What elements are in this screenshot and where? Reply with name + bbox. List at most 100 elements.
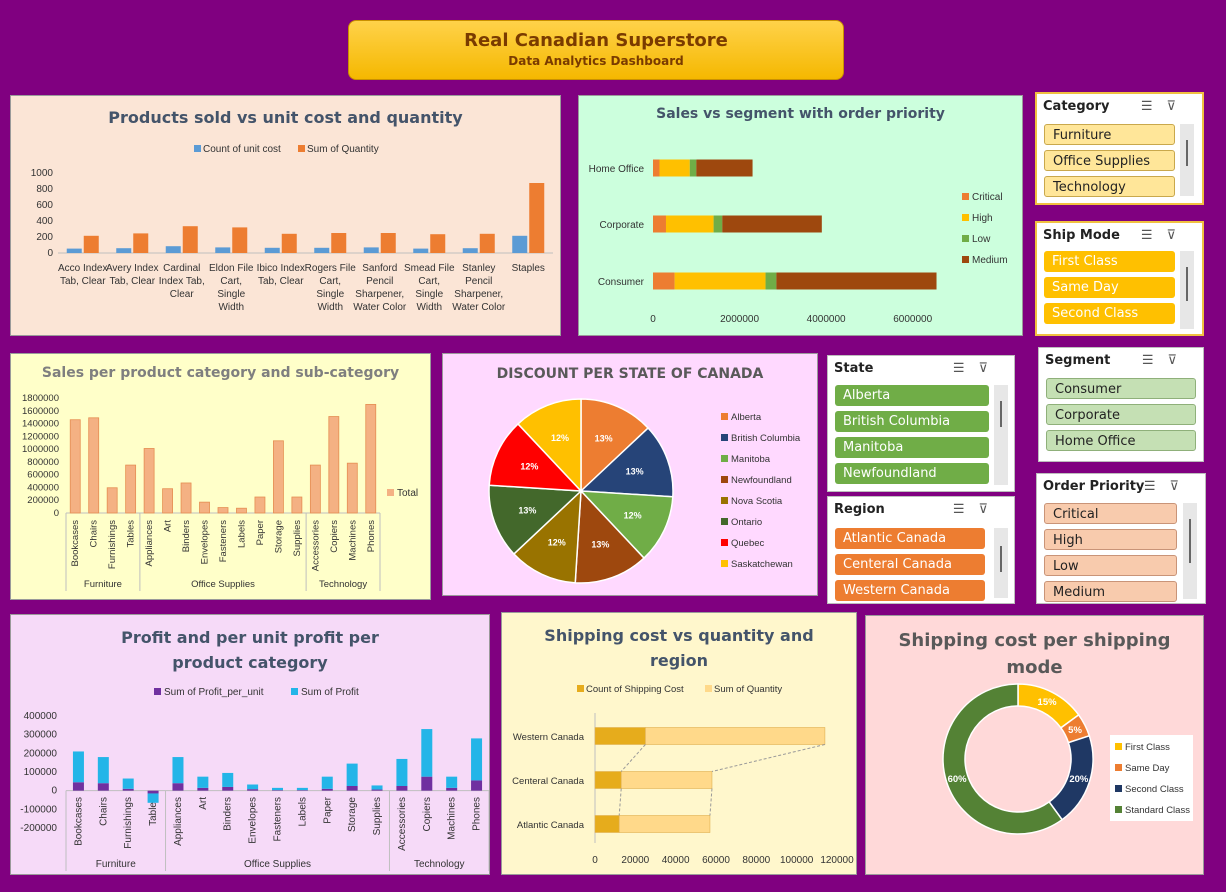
- clear-filter-icon[interactable]: ⊽: [978, 360, 1002, 375]
- bar-segment: [122, 788, 134, 791]
- priority-item-low[interactable]: Low: [1044, 555, 1177, 576]
- state-slicer[interactable]: State ☰⊽ Alberta British Columbia Manito…: [827, 355, 1015, 492]
- region-item-atlantic-canada[interactable]: Atlantic Canada: [835, 528, 985, 549]
- legend-swatch: [1115, 806, 1122, 813]
- legend-swatch: [1115, 743, 1122, 750]
- bar-segment: [321, 788, 333, 791]
- profit-chart-panel: Profit and per unit profit per product c…: [10, 614, 490, 875]
- segment-item-consumer[interactable]: Consumer: [1046, 378, 1196, 399]
- region-scrollbar[interactable]: [994, 528, 1008, 598]
- state-item-alberta[interactable]: Alberta: [835, 385, 989, 406]
- dashboard-title: Real Canadian Superstore: [464, 30, 728, 51]
- bar: [215, 247, 231, 253]
- y-tick-label: 400000: [24, 711, 58, 722]
- legend-swatch: [387, 489, 394, 496]
- legend-label: Saskatchewan: [731, 559, 793, 570]
- x-tick-label: Paper: [322, 796, 333, 823]
- x-tick-label: Chairs: [89, 520, 100, 548]
- multi-select-icon[interactable]: ☰: [953, 501, 979, 516]
- multi-select-icon[interactable]: ☰: [1144, 478, 1170, 493]
- bar-segment: [665, 215, 714, 233]
- clear-filter-icon[interactable]: ⊽: [1167, 352, 1191, 367]
- discount-chart-panel: DISCOUNT PER STATE OF CANADA 13% 13% 12% 13…: [442, 353, 818, 596]
- y-tick-label: Consumer: [598, 277, 645, 288]
- bar: [331, 233, 347, 253]
- segment-chart: Home Office Corporate Consumer 0 2000000 4000…: [589, 159, 1008, 325]
- y-tick-label: 600: [36, 200, 53, 211]
- priority-item-high[interactable]: High: [1044, 529, 1177, 550]
- shipmode-slicer[interactable]: Ship Mode ☰⊽ First Class Same Day Second…: [1035, 221, 1204, 336]
- legend-swatch: [298, 145, 305, 152]
- multi-select-icon[interactable]: ☰: [1142, 352, 1168, 367]
- category-item-office-supplies[interactable]: Office Supplies: [1044, 150, 1175, 171]
- y-tick-label: 300000: [24, 730, 58, 741]
- category-item-technology[interactable]: Technology: [1044, 176, 1175, 197]
- category-scrollbar[interactable]: [1180, 124, 1194, 196]
- region-slicer[interactable]: Region ☰⊽ Atlantic Canada Centeral Canad…: [827, 496, 1015, 604]
- bar: [512, 235, 528, 253]
- order-priority-slicer[interactable]: Order Priority ☰⊽ Critical High Low Medi…: [1036, 473, 1206, 604]
- bar: [254, 496, 266, 514]
- bar: [199, 501, 210, 514]
- legend-label: Same Day: [1125, 763, 1170, 774]
- clear-filter-icon[interactable]: ⊽: [978, 501, 1002, 516]
- legend-swatch: [577, 685, 584, 692]
- legend-swatch: [962, 235, 969, 242]
- legend-label: Ontario: [731, 517, 762, 528]
- category-slicer[interactable]: Category ☰⊽ Furniture Office Supplies Te…: [1035, 92, 1204, 205]
- x-tick-label: Fasteners: [218, 520, 229, 562]
- bar: [309, 464, 321, 514]
- y-tick-label: Western Canada: [513, 732, 585, 743]
- segment-item-home-office[interactable]: Home Office: [1046, 430, 1196, 451]
- bar-segment: [122, 778, 134, 789]
- shipmode-scrollbar[interactable]: [1180, 251, 1194, 329]
- state-item-manitoba[interactable]: Manitoba: [835, 437, 989, 458]
- clear-filter-icon[interactable]: ⊽: [1166, 98, 1190, 113]
- clear-filter-icon[interactable]: ⊽: [1169, 478, 1193, 493]
- region-item-western-canada[interactable]: Western Canada: [835, 580, 985, 601]
- multi-select-icon[interactable]: ☰: [953, 360, 979, 375]
- legend-label: Quebec: [731, 538, 765, 549]
- data-label: 13%: [518, 505, 536, 515]
- priority-item-critical[interactable]: Critical: [1044, 503, 1177, 524]
- segment-slicer[interactable]: Segment ☰⊽ Consumer Corporate Home Offic…: [1038, 347, 1204, 462]
- data-label: 60%: [948, 774, 968, 785]
- x-tick-label: Tables: [126, 520, 137, 548]
- multi-select-icon[interactable]: ☰: [1141, 227, 1167, 242]
- legend-swatch: [721, 476, 728, 483]
- legend-swatch: [721, 455, 728, 462]
- bar-segment: [97, 783, 109, 791]
- order-priority-scrollbar[interactable]: [1183, 503, 1197, 599]
- legend-swatch: [291, 688, 298, 695]
- legend-label: Count of unit cost: [203, 144, 281, 155]
- legend-swatch: [721, 539, 728, 546]
- y-tick-label: 600000: [27, 470, 59, 481]
- state-scrollbar[interactable]: [994, 385, 1008, 485]
- multi-select-icon[interactable]: ☰: [1141, 98, 1167, 113]
- state-item-newfoundland[interactable]: Newfoundland: [835, 463, 989, 484]
- y-tick-label: -100000: [20, 804, 57, 815]
- data-label: 20%: [1069, 774, 1089, 785]
- shipmode-item-second-class[interactable]: Second Class: [1044, 303, 1175, 324]
- shipmode-item-first-class[interactable]: First Class: [1044, 251, 1175, 272]
- segment-item-corporate[interactable]: Corporate: [1046, 404, 1196, 425]
- legend-swatch: [962, 256, 969, 263]
- x-tick-label: Chairs: [98, 797, 109, 826]
- x-tick-label: Bookcases: [70, 520, 81, 567]
- legend-swatch: [721, 434, 728, 441]
- state-item-british-columbia[interactable]: British Columbia: [835, 411, 989, 432]
- shipmode-item-same-day[interactable]: Same Day: [1044, 277, 1175, 298]
- x-tick-label: Fasteners: [273, 797, 284, 841]
- priority-item-medium[interactable]: Medium: [1044, 581, 1177, 602]
- legend-label: Alberta: [731, 412, 762, 423]
- bar-segment: [765, 272, 777, 290]
- region-item-centeral-canada[interactable]: Centeral Canada: [835, 554, 985, 575]
- legend-label: Standard Class: [1125, 805, 1190, 816]
- category-item-furniture[interactable]: Furniture: [1044, 124, 1175, 145]
- profit-chart: -200000 -100000 0 100000 200000 300000 400000 B…: [20, 687, 489, 871]
- bar-segment: [296, 787, 308, 791]
- clear-filter-icon[interactable]: ⊽: [1166, 227, 1190, 242]
- group-label: Technology: [319, 579, 367, 590]
- legend-label: Medium: [972, 255, 1008, 266]
- x-tick-label: Avery Index Tab, Clear: [106, 263, 159, 287]
